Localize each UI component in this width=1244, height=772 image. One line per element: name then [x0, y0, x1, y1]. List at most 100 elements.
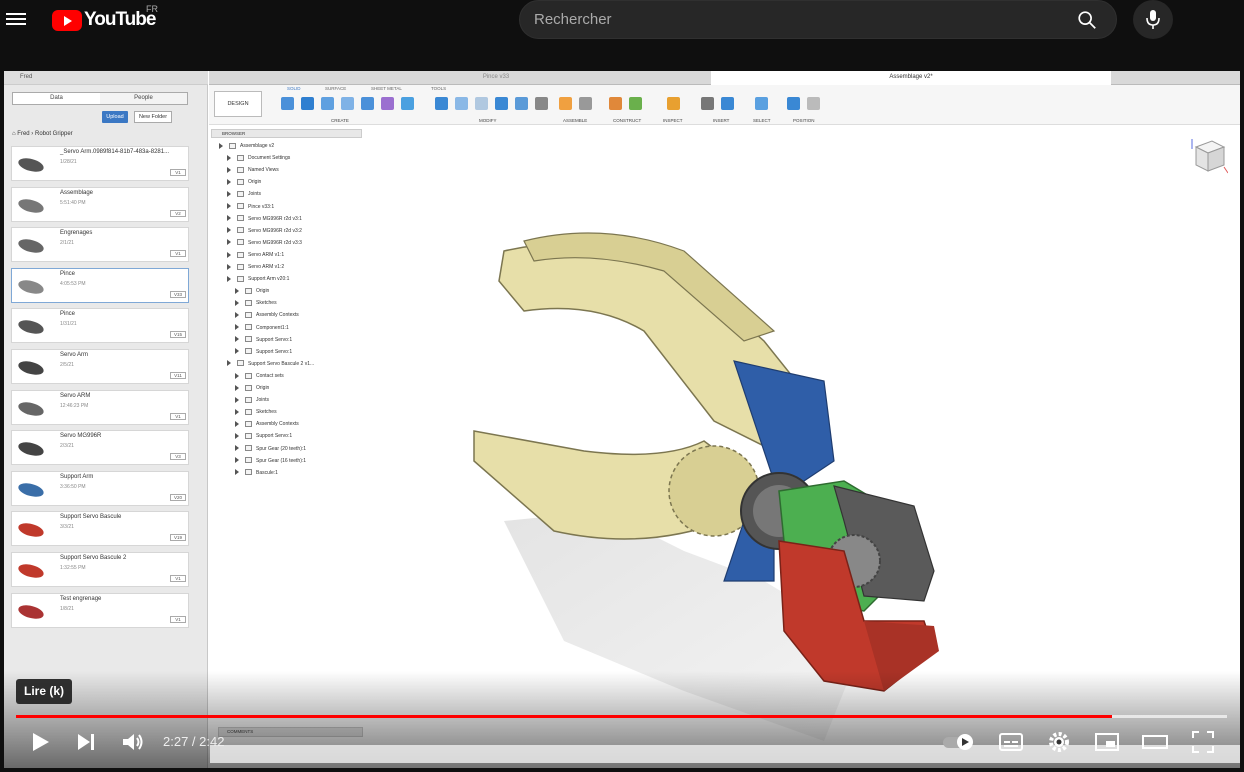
expand-icon[interactable]: [219, 142, 223, 149]
toolbar-tab[interactable]: SOLID: [287, 86, 301, 91]
move-icon[interactable]: [535, 97, 548, 110]
file-version-badge[interactable]: V1: [170, 412, 186, 420]
insert-derive-icon[interactable]: [701, 97, 714, 110]
breadcrumb-item[interactable]: Robot Gripper: [35, 131, 73, 137]
chamfer-icon[interactable]: [475, 97, 488, 110]
browser-node[interactable]: Origin: [227, 177, 261, 187]
group-label[interactable]: INSPECT: [663, 118, 683, 123]
browser-node[interactable]: Spur Gear (16 teeth):1: [235, 456, 306, 466]
browser-node[interactable]: Assembly Contexts: [235, 310, 299, 320]
browser-node[interactable]: Joints: [235, 395, 269, 405]
file-version-badge[interactable]: V3: [170, 453, 186, 461]
expand-icon[interactable]: [235, 299, 239, 306]
browser-node[interactable]: Joints: [227, 189, 261, 199]
expand-icon[interactable]: [235, 324, 239, 331]
file-version-badge[interactable]: V1: [170, 169, 186, 176]
expand-icon[interactable]: [235, 396, 239, 403]
browser-node[interactable]: Support Servo:1: [235, 431, 292, 441]
browser-node[interactable]: Contact sets: [235, 371, 284, 381]
expand-icon[interactable]: [235, 336, 239, 343]
miniplayer-button[interactable]: [1094, 729, 1120, 755]
browser-node[interactable]: Named Views: [227, 165, 279, 175]
progress-bar[interactable]: [16, 715, 1227, 718]
fillet-icon[interactable]: [455, 97, 468, 110]
file-item[interactable]: Test engrenage 1/8/21 V1: [11, 592, 189, 628]
file-version-badge[interactable]: V1: [170, 250, 186, 258]
browser-node[interactable]: Servo MG996R r2d v3:2: [227, 226, 302, 236]
expand-icon[interactable]: [235, 469, 239, 476]
group-label[interactable]: POSITION: [793, 118, 815, 123]
sketch-icon[interactable]: [281, 97, 294, 110]
browser-node[interactable]: Support Arm v20:1: [227, 274, 289, 284]
upload-button[interactable]: Upload: [102, 111, 128, 123]
video-player[interactable]: Fred Data People Upload New Folder ⌂ Fre…: [4, 71, 1240, 768]
combine-icon[interactable]: [515, 97, 528, 110]
file-item[interactable]: Support Servo Bascule 2 1:32:55 PM V1: [11, 551, 189, 587]
expand-icon[interactable]: [235, 384, 239, 391]
file-item[interactable]: Servo Arm 2/5/21 V11: [11, 348, 189, 384]
youtube-logo[interactable]: YouTube FR: [52, 4, 158, 31]
expand-icon[interactable]: [227, 191, 231, 198]
form-icon[interactable]: [381, 97, 394, 110]
expand-icon[interactable]: [227, 203, 231, 210]
tab-people[interactable]: People: [100, 93, 187, 104]
expand-icon[interactable]: [235, 348, 239, 355]
expand-icon[interactable]: [227, 227, 231, 234]
browser-node[interactable]: Servo ARM v1:1: [227, 250, 284, 260]
expand-icon[interactable]: [235, 372, 239, 379]
menu-icon[interactable]: [6, 10, 26, 28]
expand-icon[interactable]: [235, 445, 239, 452]
gripper-3d-model[interactable]: [444, 221, 964, 741]
file-item[interactable]: Assemblage 5:51:40 PM V2: [11, 186, 189, 222]
file-version-badge[interactable]: V1: [170, 574, 186, 582]
settings-gear-icon[interactable]: [1046, 729, 1072, 755]
expand-icon[interactable]: [227, 154, 231, 161]
offset-plane-icon[interactable]: [609, 97, 622, 110]
expand-icon[interactable]: [227, 178, 231, 185]
expand-icon[interactable]: [235, 312, 239, 319]
browser-node[interactable]: Support Servo:1: [235, 335, 292, 345]
browser-node[interactable]: Servo MG996R r2d v3:1: [227, 214, 302, 224]
browser-node[interactable]: Sketches: [235, 407, 277, 417]
fullscreen-button[interactable]: [1190, 729, 1216, 755]
search-icon[interactable]: [1076, 9, 1098, 31]
revolve-icon[interactable]: [321, 97, 334, 110]
group-label[interactable]: CREATE: [331, 118, 349, 123]
sweep-icon[interactable]: [341, 97, 354, 110]
file-item[interactable]: Servo ARM 12:46:23 PM V1: [11, 389, 189, 425]
pipe-icon[interactable]: [401, 97, 414, 110]
file-version-badge[interactable]: V19: [170, 534, 186, 542]
browser-node[interactable]: Support Servo Bascule 2 v1...: [227, 359, 314, 369]
browser-node[interactable]: Servo MG996R r2d v3:3: [227, 238, 302, 248]
expand-icon[interactable]: [227, 275, 231, 282]
file-item[interactable]: Pince 4:05:53 PM V33: [11, 267, 189, 303]
expand-icon[interactable]: [227, 251, 231, 258]
joint-icon[interactable]: [579, 97, 592, 110]
press-pull-icon[interactable]: [435, 97, 448, 110]
extrude-icon[interactable]: [301, 97, 314, 110]
file-version-badge[interactable]: V20: [170, 493, 186, 501]
browser-node[interactable]: Spur Gear (20 teeth):1: [235, 444, 306, 454]
new-folder-button[interactable]: New Folder: [134, 111, 172, 123]
browser-node[interactable]: Component1:1: [235, 323, 289, 333]
browser-node[interactable]: Pince v33:1: [227, 202, 274, 212]
group-label[interactable]: ASSEMBLE: [563, 118, 587, 123]
tab-data[interactable]: Data: [13, 93, 100, 104]
pattern-icon[interactable]: [361, 97, 374, 110]
expand-icon[interactable]: [235, 408, 239, 415]
volume-button[interactable]: [120, 729, 146, 755]
browser-node[interactable]: Document Settings: [227, 153, 290, 163]
toolbar-tab[interactable]: SURFACE: [325, 86, 346, 91]
revert-position-icon[interactable]: [807, 97, 820, 110]
theater-mode-button[interactable]: [1142, 729, 1168, 755]
browser-node[interactable]: Origin: [235, 383, 269, 393]
next-button[interactable]: [73, 729, 99, 755]
breadcrumb-item[interactable]: Fred: [17, 131, 29, 137]
home-icon[interactable]: ⌂: [12, 131, 16, 137]
capture-position-icon[interactable]: [787, 97, 800, 110]
expand-icon[interactable]: [227, 239, 231, 246]
microphone-button[interactable]: [1133, 0, 1173, 39]
shell-icon[interactable]: [495, 97, 508, 110]
document-tab[interactable]: Pince v33: [281, 71, 711, 84]
workspace-switcher[interactable]: DESIGN: [214, 91, 262, 117]
